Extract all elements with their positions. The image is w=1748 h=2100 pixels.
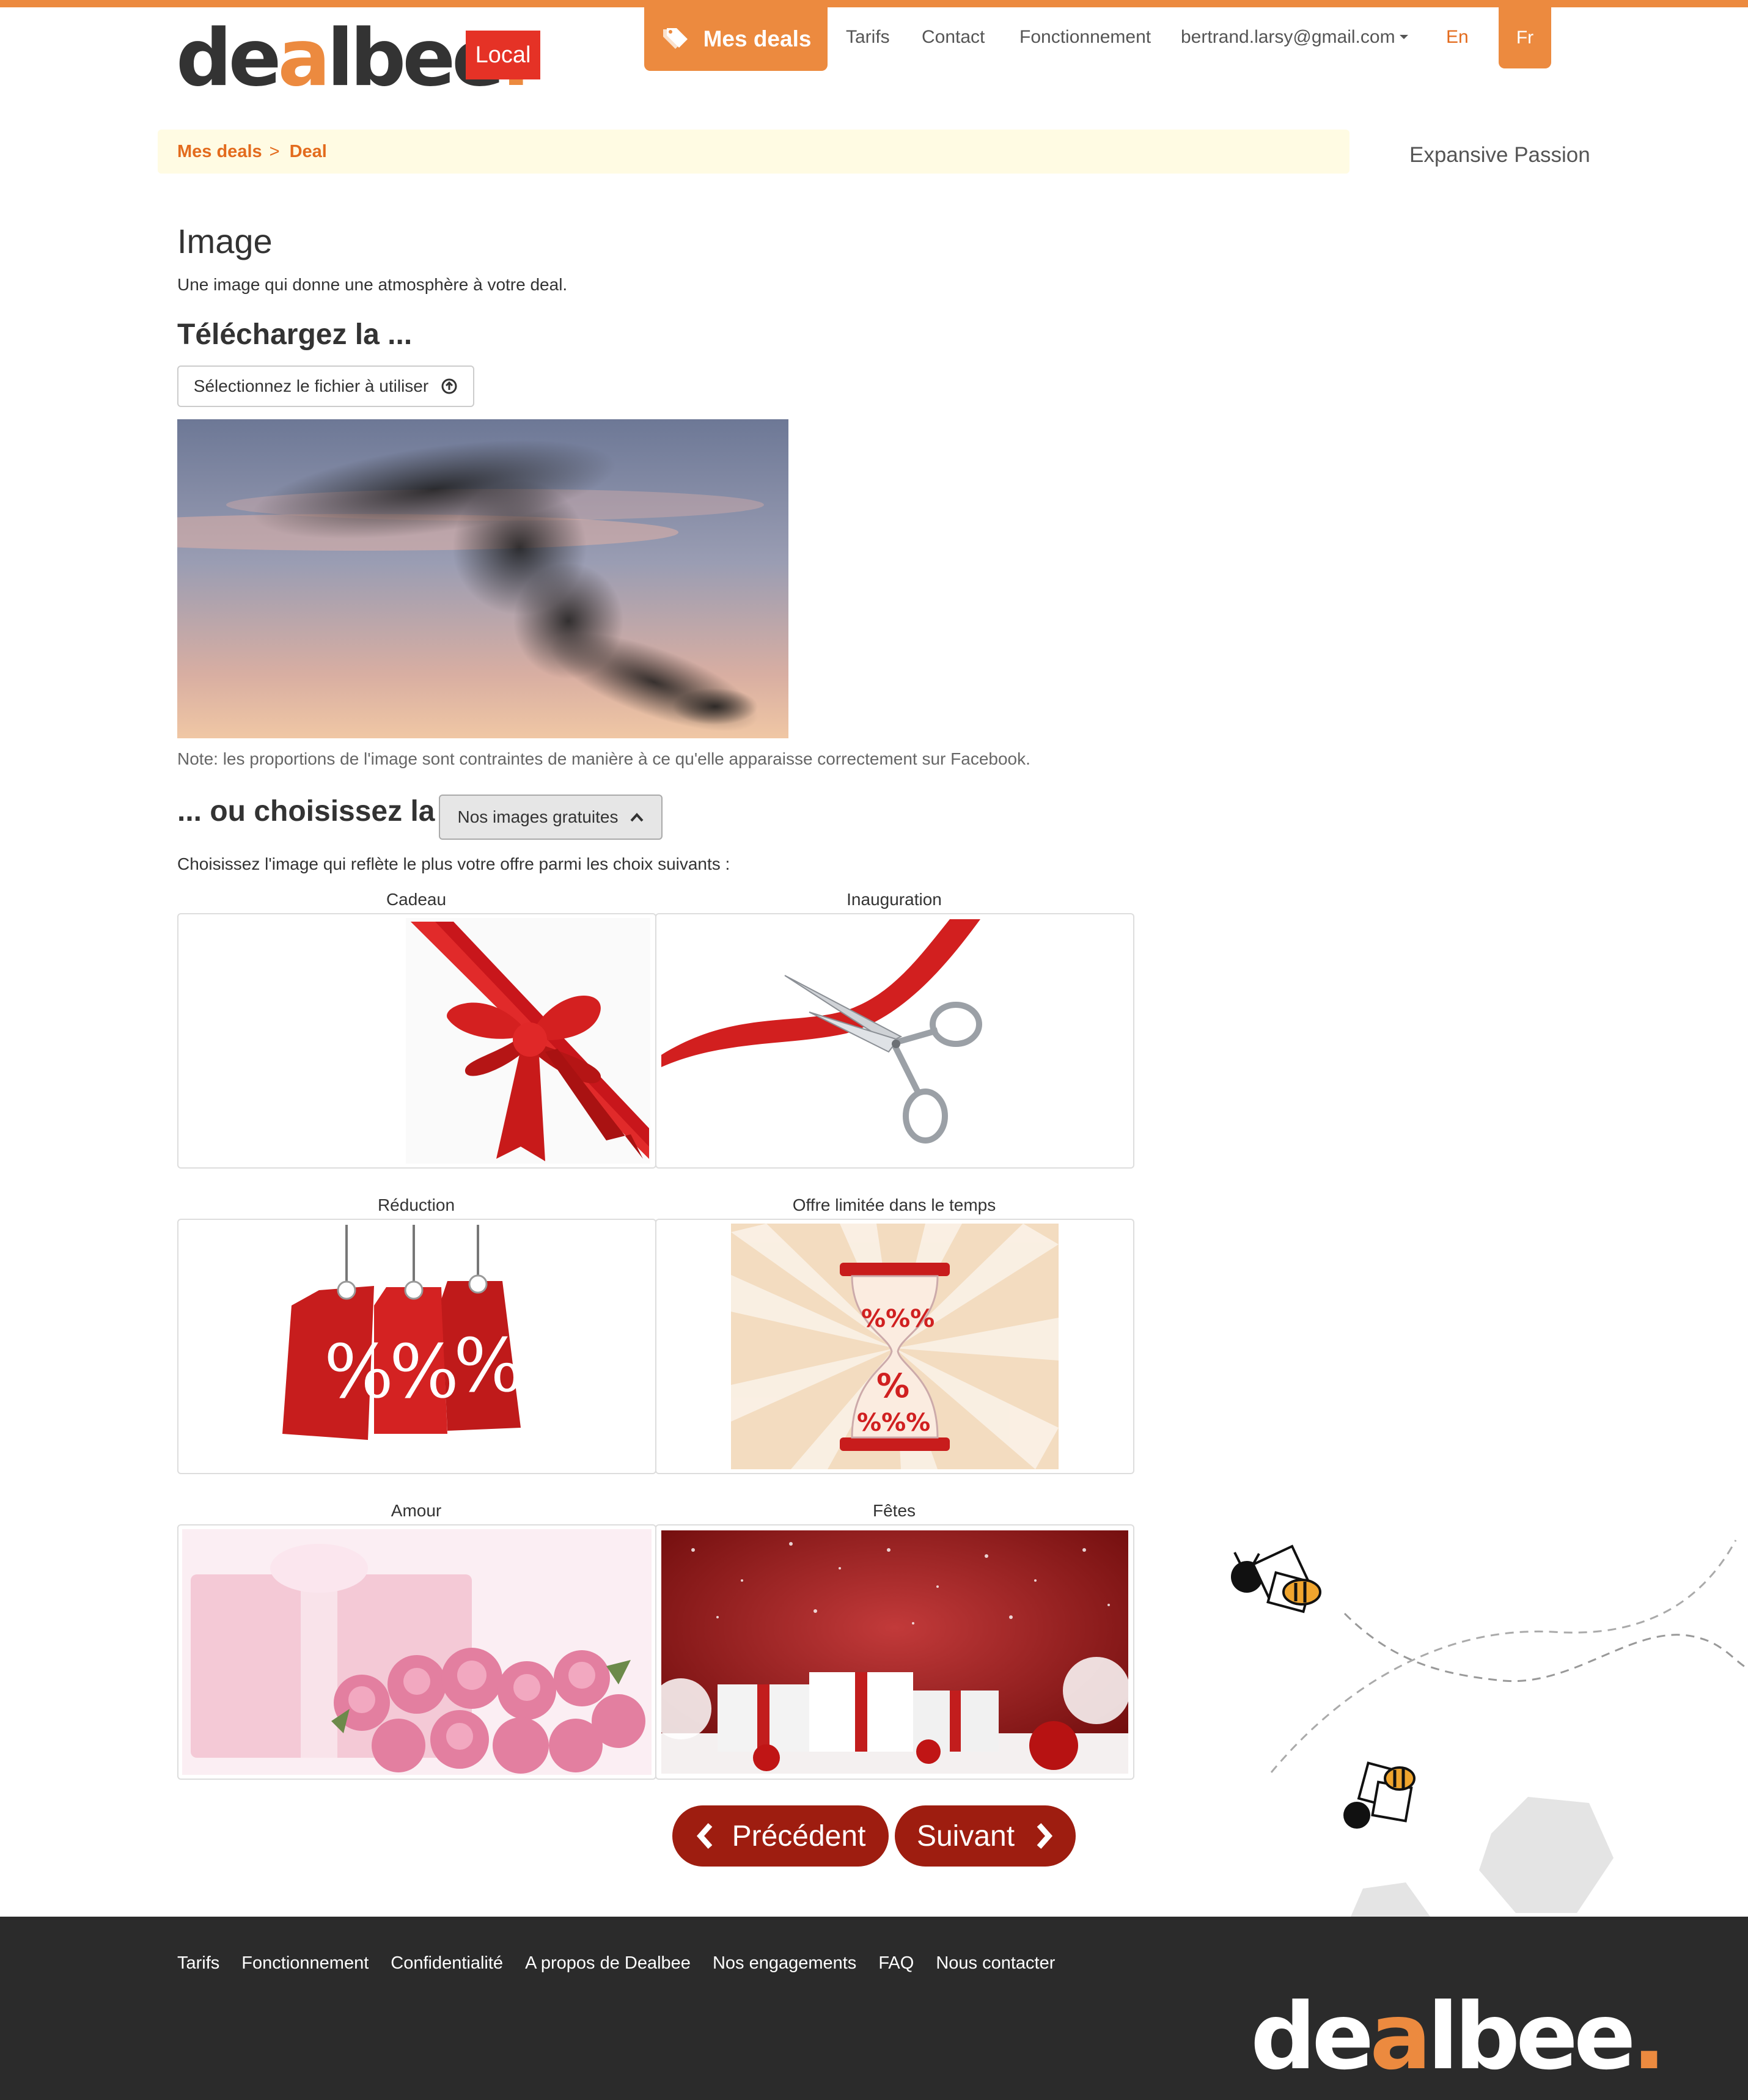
nav-my-deals-label: Mes deals xyxy=(703,26,812,51)
hourglass-percent: %%% xyxy=(861,1305,935,1333)
lang-fr[interactable]: Fr xyxy=(1499,7,1551,68)
bee-icon xyxy=(1343,1761,1416,1829)
gallery-card-cadeau[interactable] xyxy=(177,913,656,1169)
gallery-caption-cadeau: Cadeau xyxy=(386,890,447,909)
breadcrumb: Mes deals > Deal xyxy=(158,130,1350,174)
percent-tags-image: % % % xyxy=(282,1225,523,1440)
top-accent-line xyxy=(0,0,1748,7)
gallery-card-offre-limitee[interactable]: %%% % %%% xyxy=(655,1219,1134,1474)
nav-contact[interactable]: Contact xyxy=(922,27,985,48)
roses-gift-image xyxy=(182,1529,652,1775)
upload-heading: Téléchargez la ... xyxy=(177,318,413,351)
gallery-card-reduction[interactable]: % % % xyxy=(177,1219,656,1474)
chevron-right-icon xyxy=(1037,1823,1053,1849)
footer: Tarifs Fonctionnement Confidentialité A … xyxy=(0,1917,1748,2100)
percent-glyph: % xyxy=(389,1330,459,1415)
select-file-button[interactable]: Sélectionnez le fichier à utiliser xyxy=(177,365,474,407)
next-label: Suivant xyxy=(916,1819,1015,1852)
gallery-caption-offre-limitee: Offre limitée dans le temps xyxy=(792,1195,996,1214)
caret-down-icon xyxy=(1399,35,1408,39)
murmuration-image xyxy=(177,419,788,738)
choose-heading: ... ou choisissez la xyxy=(177,795,435,828)
chevron-left-icon xyxy=(696,1823,712,1849)
footer-links: Tarifs Fonctionnement Confidentialité A … xyxy=(177,1953,1055,1973)
page-description: Une image qui donne une atmosphère à vot… xyxy=(177,275,568,294)
free-images-label: Nos images gratuites xyxy=(457,807,619,826)
nav-pricing[interactable]: Tarifs xyxy=(846,27,890,48)
previous-button[interactable]: Précédent xyxy=(672,1805,889,1867)
chevron-up-icon xyxy=(630,813,643,822)
footer-logo: dealbee. xyxy=(1250,1984,1667,2090)
next-button[interactable]: Suivant xyxy=(895,1805,1076,1867)
previous-label: Précédent xyxy=(732,1819,866,1852)
image-note: Note: les proportions de l'image sont co… xyxy=(177,749,1030,768)
deal-name: Expansive Passion xyxy=(1409,143,1590,167)
footer-link-about[interactable]: A propos de Dealbee xyxy=(525,1953,691,1973)
account-email: bertrand.larsy@gmail.com xyxy=(1181,27,1395,47)
hourglass-percent: % xyxy=(876,1367,909,1405)
local-badge: Local xyxy=(466,31,540,79)
account-menu[interactable]: bertrand.larsy@gmail.com xyxy=(1181,27,1409,48)
footer-link-privacy[interactable]: Confidentialité xyxy=(391,1953,503,1973)
gallery-caption-inauguration: Inauguration xyxy=(846,890,942,909)
bees-decoration xyxy=(1231,1540,1748,1917)
breadcrumb-separator: > xyxy=(269,141,280,161)
gallery-caption-amour: Amour xyxy=(391,1501,442,1520)
footer-link-contact[interactable]: Nous contacter xyxy=(936,1953,1055,1973)
free-images-toggle[interactable]: Nos images gratuites xyxy=(439,795,663,840)
gallery-card-fetes[interactable] xyxy=(655,1524,1134,1780)
gallery-card-inauguration[interactable] xyxy=(655,913,1134,1169)
percent-glyph: % xyxy=(454,1324,523,1409)
page-title: Image xyxy=(177,222,273,260)
tag-icon xyxy=(663,28,688,49)
breadcrumb-my-deals[interactable]: Mes deals xyxy=(177,142,262,162)
christmas-gifts-image xyxy=(656,1530,1130,1774)
gallery-caption-reduction: Réduction xyxy=(377,1195,455,1214)
hourglass-image: %%% % %%% xyxy=(731,1224,1059,1469)
nav-how-it-works[interactable]: Fonctionnement xyxy=(1019,27,1151,48)
gallery-card-amour[interactable] xyxy=(177,1524,656,1780)
footer-link-pricing[interactable]: Tarifs xyxy=(177,1953,219,1973)
footer-link-faq[interactable]: FAQ xyxy=(878,1953,914,1973)
scissors-ribbon-image xyxy=(661,919,982,1144)
upload-circle-icon xyxy=(441,378,457,394)
ribbon-bow-image xyxy=(406,918,650,1164)
footer-link-how-it-works[interactable]: Fonctionnement xyxy=(241,1953,369,1973)
lang-en[interactable]: En xyxy=(1446,27,1469,48)
nav-my-deals[interactable]: Mes deals xyxy=(644,7,828,71)
uploaded-image-preview xyxy=(177,419,788,738)
dealbee-logo[interactable]: dealbee. xyxy=(176,20,531,98)
footer-link-commitments[interactable]: Nos engagements xyxy=(713,1953,856,1973)
choose-instruction: Choisissez l'image qui reflète le plus v… xyxy=(177,854,730,873)
percent-glyph: % xyxy=(324,1330,394,1415)
gallery-caption-fetes: Fêtes xyxy=(872,1501,916,1520)
breadcrumb-deal[interactable]: Deal xyxy=(290,142,327,162)
bee-icon xyxy=(1231,1544,1321,1614)
select-file-label: Sélectionnez le fichier à utiliser xyxy=(193,376,429,395)
hourglass-percent: %%% xyxy=(857,1409,930,1437)
